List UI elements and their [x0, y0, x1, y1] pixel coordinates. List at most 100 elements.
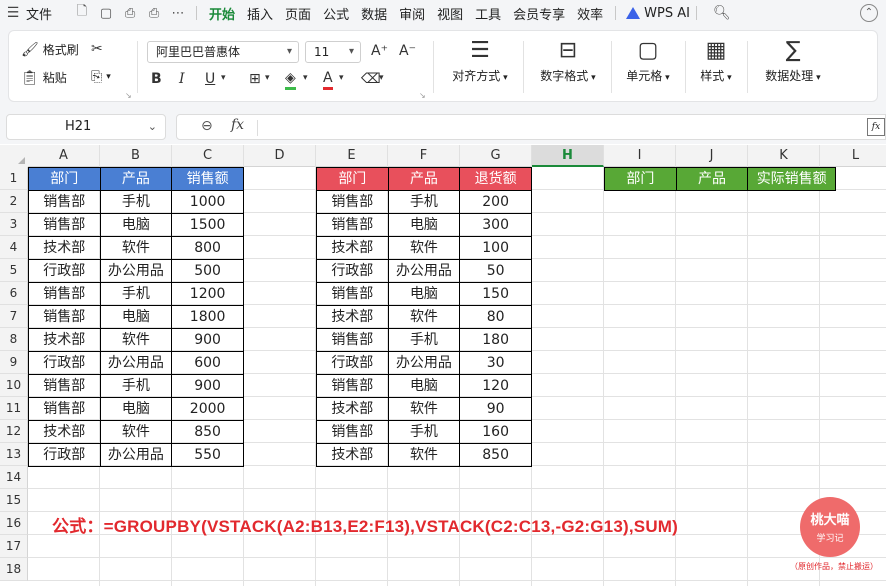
- sales-cell[interactable]: 550: [171, 443, 244, 467]
- returns-header-cell[interactable]: 部门: [316, 167, 389, 191]
- returns-cell[interactable]: 电脑: [387, 213, 461, 237]
- save-icon[interactable]: ▢: [94, 6, 118, 21]
- row-header-9[interactable]: 9: [0, 351, 28, 374]
- returns-cell[interactable]: 软件: [387, 236, 461, 260]
- column-header-c[interactable]: C: [172, 145, 244, 167]
- number-format-button[interactable]: ⊟ 数字格式 ▾: [533, 37, 603, 84]
- returns-cell[interactable]: 办公用品: [387, 351, 461, 375]
- row-header-8[interactable]: 8: [0, 328, 28, 351]
- row-header-4[interactable]: 4: [0, 236, 28, 259]
- column-header-h[interactable]: H: [532, 145, 604, 167]
- returns-cell[interactable]: 软件: [387, 305, 461, 329]
- returns-cell[interactable]: 行政部: [316, 351, 389, 375]
- result-header-cell[interactable]: 产品: [675, 167, 749, 191]
- print-icon[interactable]: ⎙: [142, 6, 166, 21]
- chevron-down-icon[interactable]: ▾: [221, 73, 226, 83]
- data-process-button[interactable]: ∑ 数据处理 ▾: [753, 37, 833, 84]
- column-header-i[interactable]: I: [604, 145, 676, 167]
- column-header-k[interactable]: K: [748, 145, 820, 167]
- returns-cell[interactable]: 120: [459, 374, 532, 398]
- sales-cell[interactable]: 1200: [171, 282, 244, 306]
- sales-cell[interactable]: 销售部: [28, 397, 101, 421]
- returns-cell[interactable]: 100: [459, 236, 532, 260]
- font-name-select[interactable]: 阿里巴巴普惠体 ▾: [147, 41, 299, 63]
- returns-cell[interactable]: 300: [459, 213, 532, 237]
- result-header-cell[interactable]: 实际销售额: [747, 167, 836, 191]
- font-size-select[interactable]: 11 ▾: [305, 41, 361, 63]
- column-header-j[interactable]: J: [676, 145, 748, 167]
- returns-cell[interactable]: 手机: [387, 420, 461, 444]
- returns-cell[interactable]: 技术部: [316, 443, 389, 467]
- print-preview-icon[interactable]: ⎙: [118, 6, 142, 21]
- row-header-1[interactable]: 1: [0, 167, 28, 190]
- spreadsheet-grid[interactable]: ABCDEFGHIJKL 部门 产品 销售额 销售部 手机 1000 销售部 电脑 1500 技术…: [0, 145, 886, 586]
- sales-cell[interactable]: 900: [171, 374, 244, 398]
- more-icon[interactable]: ⋯: [166, 6, 190, 21]
- row-header-18[interactable]: 18: [0, 558, 28, 581]
- function-icon[interactable]: fx: [231, 117, 244, 133]
- sales-cell[interactable]: 行政部: [28, 351, 101, 375]
- returns-cell[interactable]: 90: [459, 397, 532, 421]
- sales-cell[interactable]: 软件: [99, 328, 173, 352]
- result-header-cell[interactable]: 部门: [604, 167, 677, 191]
- returns-cell[interactable]: 软件: [387, 397, 461, 421]
- returns-header-cell[interactable]: 产品: [387, 167, 461, 191]
- column-header-f[interactable]: F: [388, 145, 460, 167]
- clipboard-launcher-icon[interactable]: ↘: [125, 91, 132, 100]
- sales-cell[interactable]: 900: [171, 328, 244, 352]
- search-icon[interactable]: 🔍︎: [713, 5, 731, 21]
- tab-review[interactable]: 审阅: [393, 4, 431, 23]
- sales-cell[interactable]: 电脑: [99, 397, 173, 421]
- returns-cell[interactable]: 200: [459, 190, 532, 214]
- collapse-ribbon-icon[interactable]: ⌃: [860, 4, 878, 22]
- sales-cell[interactable]: 行政部: [28, 443, 101, 467]
- sales-header-cell[interactable]: 部门: [28, 167, 101, 191]
- file-menu[interactable]: 文件: [26, 4, 52, 23]
- column-header-l[interactable]: L: [820, 145, 886, 167]
- returns-cell[interactable]: 电脑: [387, 374, 461, 398]
- sales-cell[interactable]: 办公用品: [99, 443, 173, 467]
- tab-data[interactable]: 数据: [355, 4, 393, 23]
- returns-cell[interactable]: 销售部: [316, 328, 389, 352]
- sales-cell[interactable]: 电脑: [99, 305, 173, 329]
- sales-cell[interactable]: 技术部: [28, 236, 101, 260]
- tab-home[interactable]: 开始: [203, 4, 241, 29]
- row-header-2[interactable]: 2: [0, 190, 28, 213]
- sales-cell[interactable]: 850: [171, 420, 244, 444]
- sales-cell[interactable]: 销售部: [28, 282, 101, 306]
- row-header-5[interactable]: 5: [0, 259, 28, 282]
- returns-cell[interactable]: 50: [459, 259, 532, 283]
- returns-cell[interactable]: 850: [459, 443, 532, 467]
- returns-cell[interactable]: 销售部: [316, 213, 389, 237]
- sales-cell[interactable]: 手机: [99, 282, 173, 306]
- row-header-12[interactable]: 12: [0, 420, 28, 443]
- font-color-icon[interactable]: A: [323, 69, 333, 90]
- tab-page[interactable]: 页面: [279, 4, 317, 23]
- row-header-7[interactable]: 7: [0, 305, 28, 328]
- sales-cell[interactable]: 600: [171, 351, 244, 375]
- tab-tools[interactable]: 工具: [469, 4, 507, 23]
- sales-cell[interactable]: 手机: [99, 190, 173, 214]
- paste-button[interactable]: 📋︎ 粘贴: [21, 69, 67, 86]
- font-launcher-icon[interactable]: ↘: [419, 91, 426, 100]
- sales-cell[interactable]: 800: [171, 236, 244, 260]
- column-header-g[interactable]: G: [460, 145, 532, 167]
- increase-font-icon[interactable]: A⁺: [371, 43, 388, 59]
- column-header-d[interactable]: D: [244, 145, 316, 167]
- sales-cell[interactable]: 手机: [99, 374, 173, 398]
- sales-cell[interactable]: 销售部: [28, 305, 101, 329]
- sales-cell[interactable]: 销售部: [28, 190, 101, 214]
- align-button[interactable]: ☰ 对齐方式 ▾: [445, 37, 515, 84]
- sales-cell[interactable]: 1800: [171, 305, 244, 329]
- returns-cell[interactable]: 手机: [387, 328, 461, 352]
- returns-cell[interactable]: 行政部: [316, 259, 389, 283]
- sales-header-cell[interactable]: 销售额: [171, 167, 244, 191]
- tab-efficiency[interactable]: 效率: [571, 4, 609, 23]
- tab-member[interactable]: 会员专享: [507, 4, 571, 23]
- returns-cell[interactable]: 技术部: [316, 236, 389, 260]
- sales-cell[interactable]: 2000: [171, 397, 244, 421]
- row-header-11[interactable]: 11: [0, 397, 28, 420]
- format-painter-button[interactable]: 🖌︎ 格式刷: [21, 41, 79, 58]
- insert-function-icon[interactable]: fx: [867, 118, 885, 136]
- style-button[interactable]: ▦ 样式 ▾: [681, 37, 751, 84]
